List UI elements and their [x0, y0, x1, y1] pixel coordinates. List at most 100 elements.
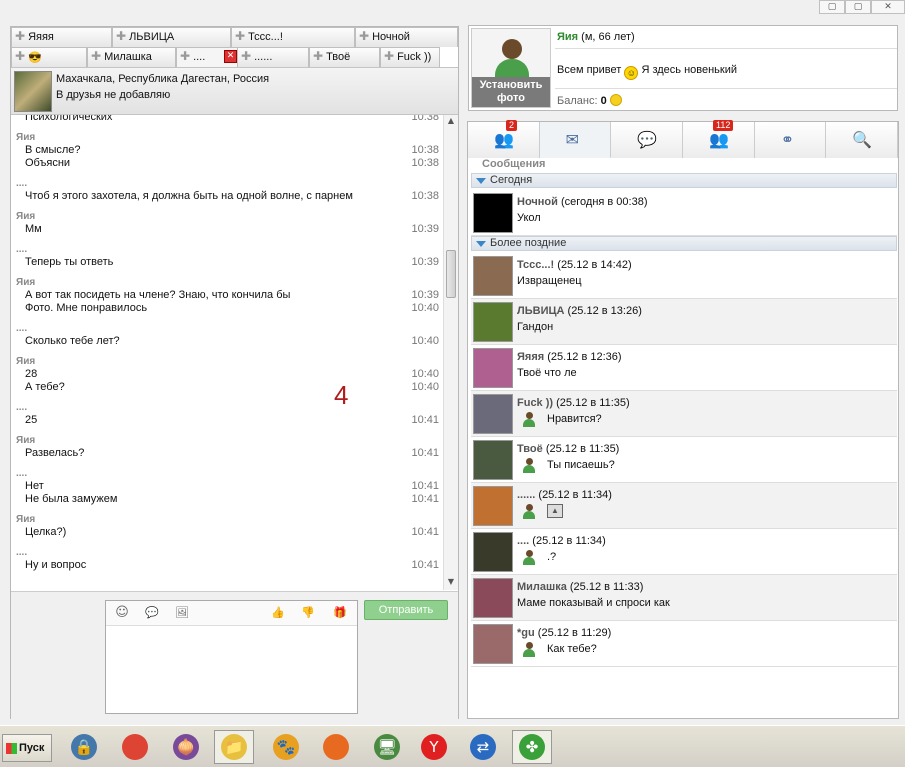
my-avatar-icon: [521, 642, 537, 658]
set-photo-button[interactable]: Установить фото: [472, 77, 550, 107]
like-icon[interactable]: 👍: [270, 606, 286, 620]
message-time: 10:39: [411, 289, 439, 301]
chat-tab[interactable]: ✚ Fuck )): [380, 47, 440, 67]
conversation-item[interactable]: *gu (25.12 в 11:29) Как тебе?: [471, 621, 897, 667]
avatar-body: [523, 649, 535, 657]
conversation-item[interactable]: Тссс...! (25.12 в 14:42) Извращенец: [471, 253, 897, 299]
profile-name[interactable]: Яия: [557, 31, 578, 43]
firefox-taskbar-button[interactable]: [316, 730, 356, 764]
scroll-up-icon[interactable]: ▲: [445, 116, 457, 128]
message-input[interactable]: [106, 626, 357, 713]
restore-button[interactable]: ▢: [819, 0, 845, 14]
chat-tab[interactable]: ✚ 😎: [11, 47, 87, 67]
conversation-item[interactable]: Ночной (сегодня в 00:38) Укол: [471, 190, 897, 236]
group-today[interactable]: Сегодня: [471, 173, 897, 188]
close-tab-icon[interactable]: ✕: [224, 50, 237, 63]
teamviewer-icon: ⇄: [470, 734, 496, 760]
start-button[interactable]: Пуск: [2, 734, 52, 762]
conversation-time: (25.12 в 11:35): [545, 443, 620, 455]
tab-bluetooth[interactable]: ⚭: [754, 122, 827, 158]
group-older[interactable]: Более поздние: [471, 236, 897, 251]
chat-tab[interactable]: ✚ Тссс...!: [231, 27, 355, 47]
conversation-title: ...... (25.12 в 11:34): [517, 489, 612, 501]
message-author: ....: [16, 468, 28, 479]
conversation-preview: Маме показывай и спроси как: [517, 597, 670, 609]
message-time: 10:40: [411, 381, 439, 393]
dislike-icon[interactable]: 👎: [300, 606, 316, 620]
message-author: ....: [16, 178, 28, 189]
yandex-taskbar-button[interactable]: Y: [414, 730, 454, 764]
conversation-avatar[interactable]: [473, 302, 513, 342]
conversation-avatar[interactable]: [473, 624, 513, 664]
conversation-avatar[interactable]: [473, 193, 513, 233]
window-controls: ▢ ▢ ✕: [819, 0, 905, 14]
conversation-item[interactable]: Fuck )) (25.12 в 11:35) Нравится?: [471, 391, 897, 437]
smiley-icon[interactable]: ☺: [114, 606, 130, 620]
chat-tab-label: Твоё: [326, 51, 351, 63]
gift-icon[interactable]: 🎁: [332, 606, 348, 620]
conversation-item[interactable]: ...... (25.12 в 11:34) ▲: [471, 483, 897, 529]
conversation-item[interactable]: Милашка (25.12 в 11:33) Маме показывай и …: [471, 575, 897, 621]
conversation-item[interactable]: ЛЬВИЦА (25.12 в 13:26) Гандон: [471, 299, 897, 345]
send-button[interactable]: Отправить: [364, 600, 448, 620]
conversation-preview: Нравится?: [547, 413, 602, 425]
clover-app-taskbar-button[interactable]: ✤: [512, 730, 552, 764]
chat-scrollbar[interactable]: ▲ ▼: [443, 115, 458, 590]
chat-tab[interactable]: ✚......: [237, 47, 309, 67]
firefox-icon: [323, 734, 349, 760]
search-icon: 🔍: [852, 130, 873, 149]
conversation-avatar[interactable]: [473, 440, 513, 480]
tab-groups[interactable]: 👥 112: [683, 120, 755, 158]
sticker-icon[interactable]: 💬: [144, 606, 160, 620]
chat-tab[interactable]: ✚ Милашка: [87, 47, 176, 67]
conversation-avatar[interactable]: [473, 348, 513, 388]
chat-tab[interactable]: ✚ Яяяя: [11, 27, 112, 47]
conversation-item[interactable]: .... (25.12 в 11:34).?: [471, 529, 897, 575]
conversation-avatar[interactable]: [473, 256, 513, 296]
chat-tab[interactable]: ✚ Твоё: [309, 47, 380, 67]
conversation-title: Твоё (25.12 в 11:35): [517, 443, 619, 455]
chat-tab[interactable]: ✚ ЛЬВИЦА: [112, 27, 231, 47]
conversation-item[interactable]: Твоё (25.12 в 11:35) Ты писаешь?: [471, 437, 897, 483]
plus-icon: ✚: [313, 49, 324, 63]
maximize-button[interactable]: ▢: [845, 0, 871, 14]
chrome-taskbar-button[interactable]: [115, 730, 155, 764]
tab-messages[interactable]: ✉: [539, 122, 612, 158]
scroll-thumb[interactable]: [446, 250, 456, 298]
message-text: Ну и вопрос: [25, 559, 87, 571]
tab-chats[interactable]: 💬: [611, 122, 684, 158]
avatar-head: [526, 458, 533, 465]
conversation-title: .... (25.12 в 11:34): [517, 535, 606, 547]
conversation-avatar[interactable]: [473, 578, 513, 618]
remote-app-taskbar-button[interactable]: 🖥: [367, 730, 407, 764]
message-author: Яия: [16, 356, 36, 367]
explorer-taskbar-button[interactable]: 📁: [214, 730, 254, 764]
my-avatar-icon: [521, 550, 537, 566]
avatar[interactable]: Установить фото: [471, 28, 551, 108]
contact-photo[interactable]: [14, 71, 52, 112]
network-app-taskbar-button[interactable]: 🔒: [64, 730, 104, 764]
conversation-title: Fuck )) (25.12 в 11:35): [517, 397, 630, 409]
teamviewer-taskbar-button[interactable]: ⇄: [463, 730, 503, 764]
message-author: ....: [16, 244, 28, 255]
conversation-item[interactable]: Яяяя (25.12 в 12:36) Твоё что ле: [471, 345, 897, 391]
clover-app-icon: ✤: [519, 734, 545, 760]
annotation-number: 4: [334, 380, 349, 410]
conversation-avatar[interactable]: [473, 394, 513, 434]
chat-tab[interactable]: ✚ Ночной: [355, 27, 458, 47]
close-button[interactable]: ✕: [871, 0, 905, 14]
conversation-name: Тссс...!: [517, 259, 555, 271]
network-app-icon: 🔒: [71, 734, 97, 760]
conversation-name: ....: [517, 535, 530, 547]
paw-app-taskbar-button[interactable]: 🐾: [266, 730, 306, 764]
tor-taskbar-button[interactable]: 🧅: [166, 730, 206, 764]
tab-friends[interactable]: 👥 2: [468, 120, 540, 158]
conversation-avatar[interactable]: [473, 486, 513, 526]
conversation-avatar[interactable]: [473, 532, 513, 572]
my-avatar-icon: [521, 412, 537, 428]
friends-icon: 👥: [494, 130, 514, 149]
tab-search[interactable]: 🔍: [826, 122, 899, 158]
scroll-down-icon[interactable]: ▼: [445, 577, 457, 589]
photo-icon[interactable]: 🖼: [174, 606, 190, 620]
contact-header: Махачкала, Республика Дагестан, Россия В…: [11, 67, 458, 115]
